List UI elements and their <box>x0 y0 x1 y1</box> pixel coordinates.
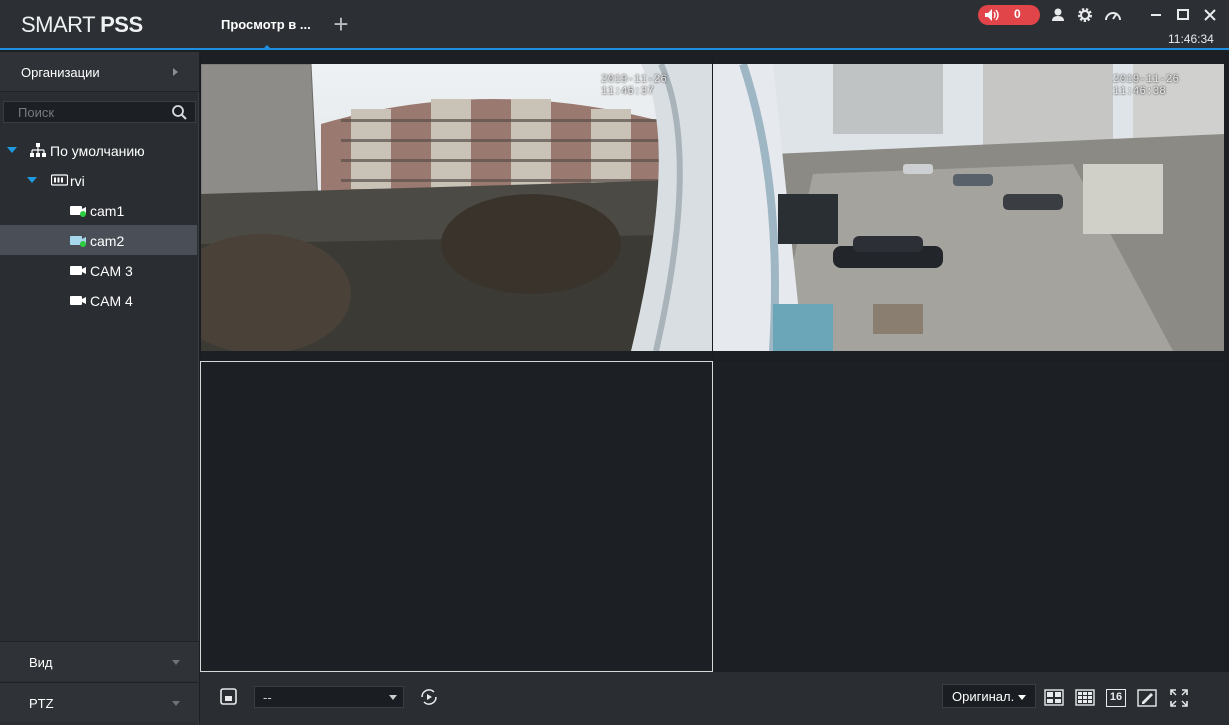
alarm-count: 0 <box>1014 7 1021 21</box>
expand-triangle-icon[interactable] <box>7 147 17 153</box>
save-view-icon[interactable] <box>219 687 239 707</box>
layout-9-icon[interactable] <box>1075 688 1095 708</box>
camera-icon <box>70 266 86 275</box>
organizations-label: Организации <box>21 65 100 80</box>
gear-icon[interactable] <box>1076 6 1094 24</box>
search-box <box>3 101 196 123</box>
expand-triangle-icon[interactable] <box>27 177 37 183</box>
tree-item-label: rvi <box>70 173 85 189</box>
ptz-label: PTZ <box>29 696 54 711</box>
tree-item-label: По умолчанию <box>50 143 145 159</box>
org-tree-icon <box>30 143 46 157</box>
layout-16-button[interactable]: 16 <box>1106 689 1126 707</box>
search-input[interactable] <box>4 102 164 122</box>
search-icon[interactable] <box>171 104 187 120</box>
video-cell-2[interactable]: 2019-11-26 11:46:38 <box>713 52 1224 360</box>
stream-mode-select[interactable]: Оригинал. <box>942 684 1036 708</box>
view-label: Вид <box>29 655 53 670</box>
tree-item-camera[interactable]: CAM 3 <box>0 255 197 285</box>
custom-layout-edit-icon[interactable] <box>1137 688 1157 708</box>
tree-item-label: CAM 4 <box>90 293 133 309</box>
layout-4-icon[interactable] <box>1044 688 1064 708</box>
camera-icon <box>70 296 86 305</box>
speaker-icon <box>985 9 999 21</box>
title-bar: SMART PSS Просмотр в ... + 0 11:46:34 <box>0 0 1229 50</box>
tree-item-label: CAM 3 <box>90 263 133 279</box>
tab-live-view[interactable]: Просмотр в ... <box>221 17 311 32</box>
performance-gauge-icon[interactable] <box>1104 6 1122 24</box>
stream-mode-value: Оригинал. <box>952 689 1015 704</box>
chevron-down-icon <box>1018 695 1026 700</box>
chevron-down-icon <box>172 701 180 706</box>
video-cell-4[interactable] <box>714 362 1224 671</box>
camera-feed-cam2 <box>713 64 1224 351</box>
alarm-badge[interactable]: 0 <box>978 5 1040 25</box>
tour-playback-icon[interactable] <box>419 687 439 707</box>
organizations-header[interactable]: Организации <box>0 52 199 92</box>
chevron-down-icon <box>389 695 397 700</box>
view-panel-header[interactable]: Вид <box>0 641 199 681</box>
video-grid: 2019-11-26 11:46:37 2019-11-26 11:46:38 <box>200 52 1229 672</box>
dvr-device-icon <box>51 174 68 186</box>
video-cell-1[interactable]: 2019-11-26 11:46:37 <box>201 52 712 360</box>
video-cell-3[interactable] <box>200 361 713 672</box>
minimize-icon[interactable] <box>1147 6 1165 24</box>
tree-item-camera-selected[interactable]: cam2 <box>0 225 197 255</box>
view-preset-value: -- <box>263 690 272 705</box>
tree-item-camera[interactable]: cam1 <box>0 195 197 225</box>
user-icon[interactable] <box>1049 6 1067 24</box>
close-icon[interactable] <box>1201 6 1219 24</box>
video-timestamp: 2019-11-26 11:46:38 <box>1113 74 1180 98</box>
ptz-panel-header[interactable]: PTZ <box>0 682 199 722</box>
tree-item-label: cam2 <box>90 233 125 249</box>
tree-item-default-group[interactable]: По умолчанию <box>0 135 197 165</box>
maximize-icon[interactable] <box>1174 6 1192 24</box>
camera-feed-cam1 <box>201 64 712 351</box>
sidebar: Организации По умолчанию rvi <box>0 52 199 725</box>
bottom-toolbar: -- Оригинал. 16 <box>200 672 1229 725</box>
fullscreen-icon[interactable] <box>1169 688 1189 708</box>
tree-item-device-rvi[interactable]: rvi <box>0 165 197 195</box>
app-window: SMART PSS Просмотр в ... + 0 11:46:34 Ор… <box>0 0 1229 725</box>
system-clock: 11:46:34 <box>1168 32 1214 46</box>
tree-item-label: cam1 <box>90 203 125 219</box>
active-tab-indicator <box>263 45 271 49</box>
camera-online-icon <box>70 236 86 247</box>
add-tab-button[interactable]: + <box>330 11 352 37</box>
view-preset-select[interactable]: -- <box>254 686 404 708</box>
chevron-right-icon <box>173 68 178 76</box>
chevron-down-icon <box>172 660 180 665</box>
app-logo: SMART PSS <box>21 12 143 37</box>
video-timestamp: 2019-11-26 11:46:37 <box>601 74 668 98</box>
tree-item-camera[interactable]: CAM 4 <box>0 285 197 315</box>
camera-online-icon <box>70 206 86 217</box>
